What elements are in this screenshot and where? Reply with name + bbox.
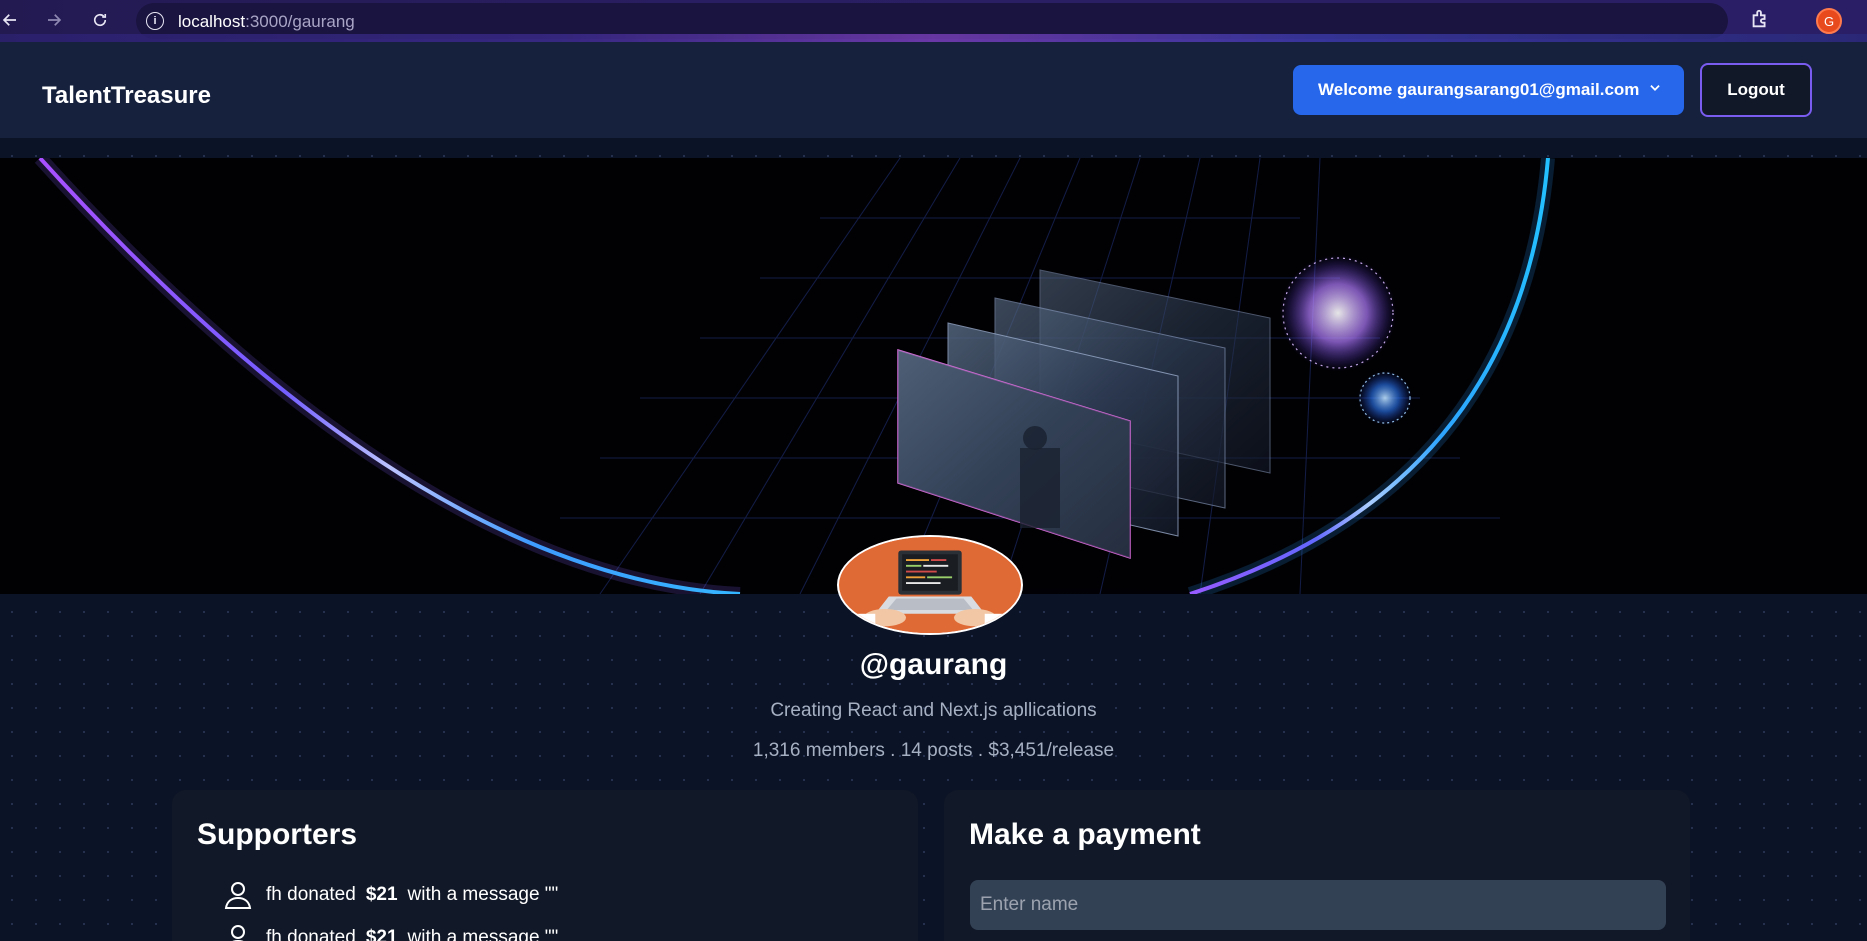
- user-icon: [231, 925, 245, 941]
- laptop-illustration: [840, 537, 1020, 633]
- url-text[interactable]: localhost:3000/gaurang: [178, 12, 355, 32]
- browser-profile-avatar[interactable]: G: [1816, 8, 1842, 34]
- info-icon[interactable]: i: [146, 12, 164, 30]
- back-arrow-icon[interactable]: [0, 6, 24, 34]
- supporter-message: with a message "": [407, 927, 559, 941]
- browser-toolbar: i localhost:3000/gaurang G: [0, 0, 1867, 42]
- brand-logo[interactable]: TalentTreasure: [42, 82, 211, 110]
- profile-stats: 1,316 members . 14 posts . $3,451/releas…: [752, 740, 1115, 761]
- extensions-icon[interactable]: [1749, 8, 1771, 35]
- app-header: TalentTreasure Welcome gaurangsarang01@g…: [0, 42, 1867, 138]
- profile-username: @gaurang: [859, 648, 1008, 681]
- profile-tagline: Creating React and Next.js apllications: [770, 700, 1097, 721]
- chevron-down-icon: [1650, 85, 1660, 91]
- supporter-name: fh donated: [266, 884, 356, 905]
- supporter-item: fh donated $21 with a message "": [224, 880, 558, 910]
- welcome-dropdown-button[interactable]: Welcome gaurangsarang01@gmail.com: [1293, 65, 1684, 115]
- welcome-label: Welcome gaurangsarang01@gmail.com: [1318, 80, 1640, 99]
- cover-banner: [0, 158, 1867, 594]
- name-input[interactable]: [970, 880, 1666, 930]
- supporter-name: fh donated: [266, 927, 356, 941]
- payment-title: Make a payment: [969, 818, 1201, 851]
- logout-button[interactable]: Logout: [1700, 63, 1812, 117]
- reload-icon[interactable]: [86, 6, 114, 34]
- forward-arrow-icon[interactable]: [40, 6, 68, 34]
- cover-image: [0, 158, 1867, 594]
- url-path: :3000/gaurang: [245, 12, 355, 31]
- url-host: localhost: [178, 12, 246, 31]
- supporter-amount: $21: [365, 884, 398, 905]
- supporters-title: Supporters: [197, 818, 358, 851]
- supporter-item: fh donated $21 with a message "": [224, 923, 558, 941]
- supporter-message: with a message "": [407, 884, 559, 905]
- user-icon: [224, 882, 252, 909]
- address-bar[interactable]: i localhost:3000/gaurang: [136, 3, 1842, 39]
- profile-avatar[interactable]: [837, 535, 1023, 635]
- supporter-amount: $21: [365, 927, 398, 941]
- payment-panel: Make a payment: [944, 790, 1690, 941]
- supporters-panel: Supporters fh donated $21 with a message…: [172, 790, 918, 941]
